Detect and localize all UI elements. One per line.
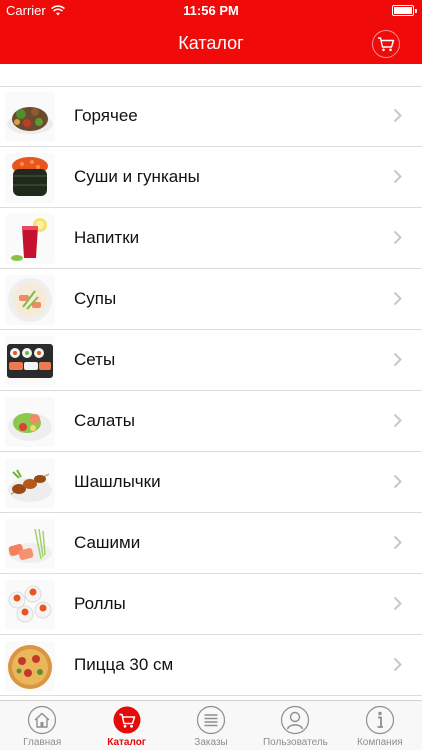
skewers-thumbnail [5, 458, 55, 508]
category-label: Напитки [74, 228, 140, 247]
tab-label: Главная [23, 737, 62, 748]
tab-label: Пользователь [262, 737, 328, 748]
cart-icon [113, 706, 141, 734]
tab-company[interactable]: Компания [338, 701, 422, 750]
chevron-right-icon [393, 291, 402, 306]
pizza-thumbnail [5, 641, 55, 691]
category-row-pizza[interactable]: Пицца 30 см [0, 635, 422, 696]
category-label: Горячее [74, 106, 138, 125]
tab-catalog[interactable]: Каталог [84, 701, 168, 750]
chevron-right-icon [393, 535, 402, 550]
category-label: Сашими [74, 533, 141, 552]
category-row-drinks[interactable]: Напитки [0, 208, 422, 269]
home-icon [28, 705, 57, 735]
info-icon [365, 705, 394, 735]
category-row-skewers[interactable]: Шашлычки [0, 452, 422, 513]
chevron-right-icon [393, 230, 402, 245]
status-time: 11:56 PM [183, 3, 239, 18]
rolls-thumbnail [5, 580, 55, 630]
category-label: Шашлычки [74, 472, 161, 491]
soup-thumbnail [5, 275, 55, 325]
tab-home[interactable]: Главная [0, 701, 84, 750]
category-row-hot[interactable]: Горячее [0, 86, 422, 147]
category-row-sets[interactable]: Сеты [0, 330, 422, 391]
gunkan-thumbnail [5, 153, 55, 203]
category-label: Сеты [74, 350, 116, 369]
user-icon [281, 705, 310, 735]
category-row-rolls[interactable]: Роллы [0, 574, 422, 635]
category-row-soups[interactable]: Супы [0, 269, 422, 330]
category-row-salads[interactable]: Салаты [0, 391, 422, 452]
orders-list-icon [196, 705, 226, 735]
status-bar: Carrier 11:56 PM [0, 0, 422, 22]
category-label: Супы [74, 289, 117, 308]
cart-button[interactable] [372, 30, 400, 58]
salad-thumbnail [5, 397, 55, 447]
category-label: Пицца 30 см [74, 655, 174, 674]
category-label: Салаты [74, 411, 135, 430]
tab-user[interactable]: Пользователь [253, 701, 337, 750]
chevron-right-icon [393, 474, 402, 489]
chevron-right-icon [393, 108, 402, 123]
tab-orders[interactable]: Заказы [169, 701, 253, 750]
tab-bar: Главная Каталог Заказы Пользователь Комп… [0, 700, 422, 750]
cart-icon [378, 37, 395, 52]
chevron-right-icon [393, 352, 402, 367]
tab-label: Заказы [194, 737, 228, 748]
chevron-right-icon [393, 596, 402, 611]
category-label: Суши и гунканы [74, 167, 200, 186]
hot-dish-thumbnail [5, 92, 55, 142]
sashimi-thumbnail [5, 519, 55, 569]
navigation-header: Carrier 11:56 PM Каталог [0, 0, 422, 64]
drink-thumbnail [5, 214, 55, 264]
battery-icon [392, 5, 417, 16]
tab-label: Компания [356, 737, 403, 748]
category-label: Роллы [74, 594, 126, 613]
tab-label: Каталог [107, 737, 146, 748]
chevron-right-icon [393, 413, 402, 428]
page-title: Каталог [178, 33, 244, 53]
category-row-sashimi[interactable]: Сашими [0, 513, 422, 574]
sushi-set-thumbnail [5, 336, 55, 386]
chevron-right-icon [393, 657, 402, 672]
chevron-right-icon [393, 169, 402, 184]
category-list: Горячее Суши и гунканы Напитки Супы Сеты… [0, 86, 422, 696]
category-row-sushi[interactable]: Суши и гунканы [0, 147, 422, 208]
